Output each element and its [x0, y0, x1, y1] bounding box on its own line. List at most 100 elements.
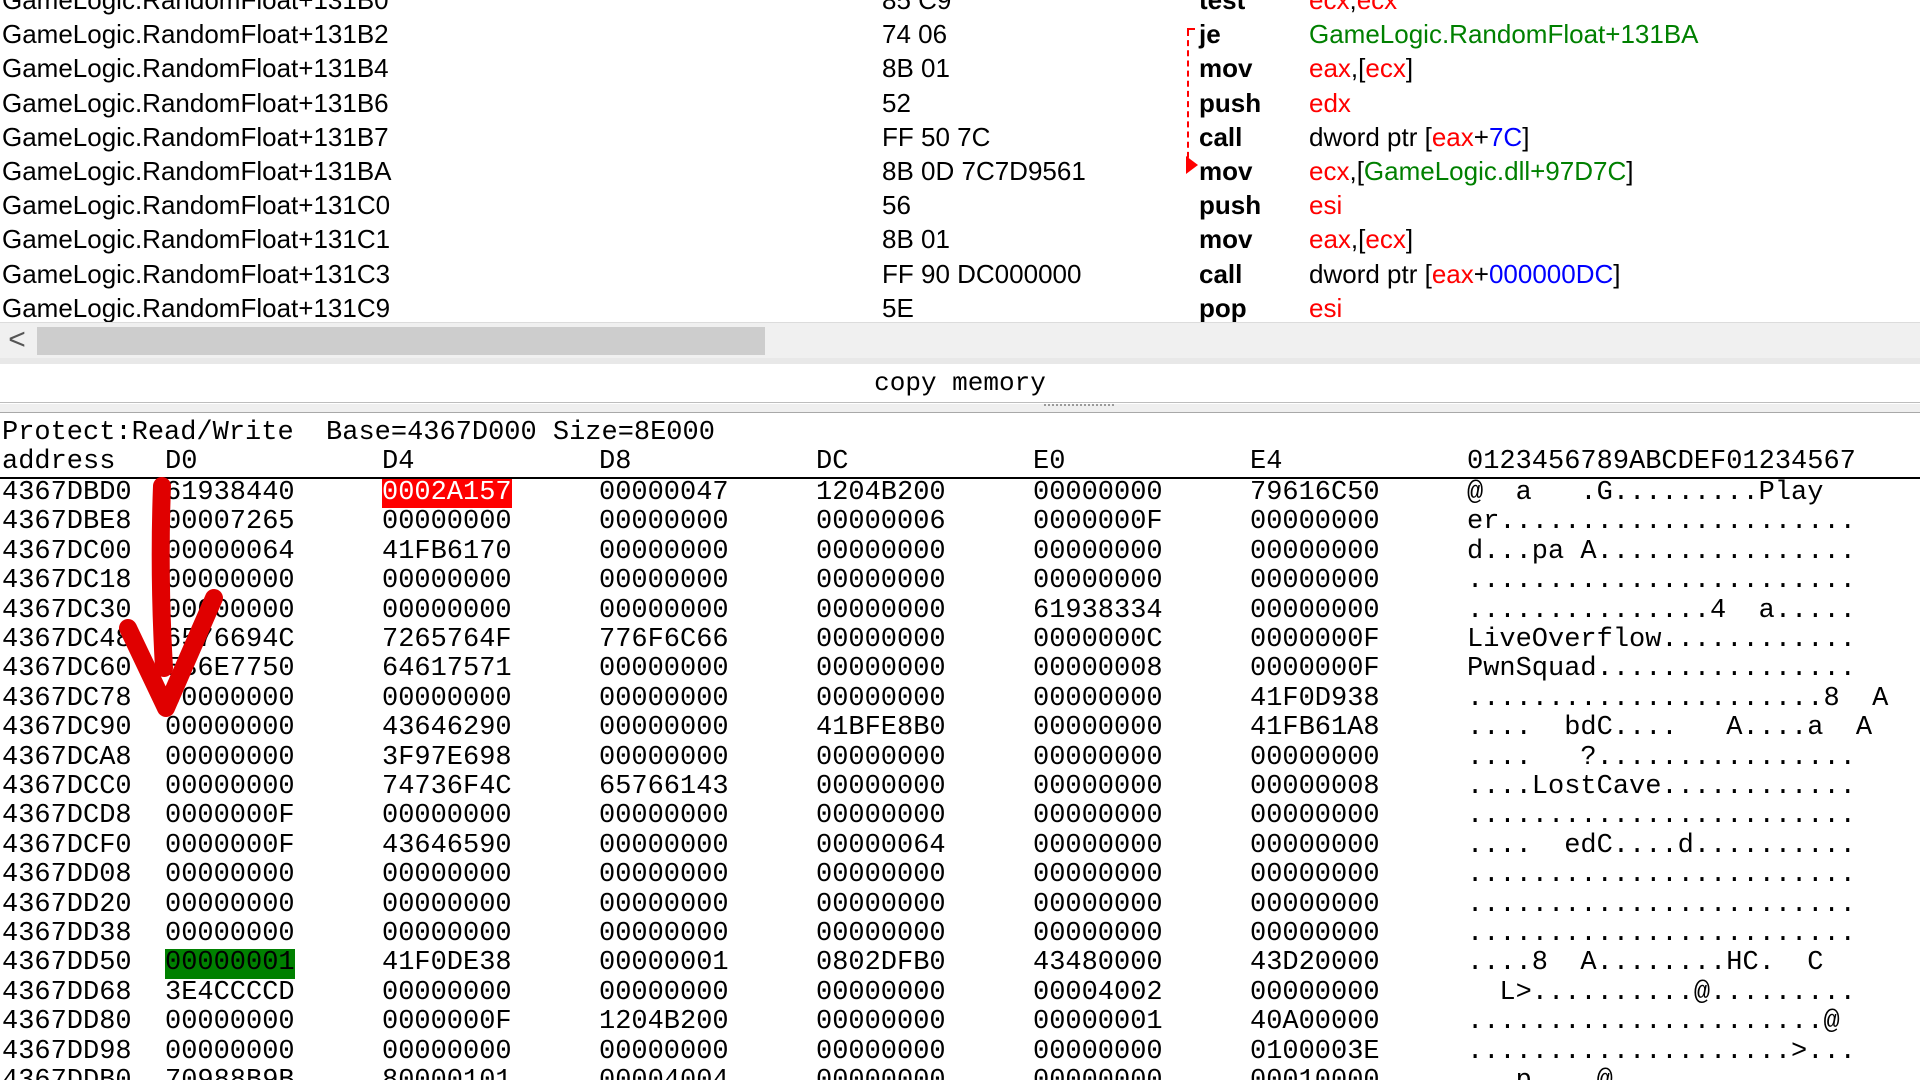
hex-cell[interactable]: 00000000: [165, 772, 295, 802]
hex-cell[interactable]: 00000000: [165, 890, 295, 920]
hex-cell[interactable]: 1204B200: [599, 1007, 729, 1037]
hex-cell[interactable]: 43D20000: [1250, 948, 1380, 978]
hex-cell[interactable]: 00000000: [599, 978, 729, 1008]
hex-cell[interactable]: 00000000: [382, 684, 512, 714]
hex-cell[interactable]: 41F0D938: [1250, 684, 1380, 714]
hex-cell[interactable]: 43480000: [1033, 948, 1163, 978]
disasm-row[interactable]: GameLogic.RandomFloat+131C0 56 push esi: [0, 188, 1920, 222]
hex-cell[interactable]: 74736F4C: [382, 772, 512, 802]
hex-cell[interactable]: 00000000: [1250, 860, 1380, 890]
hex-cell[interactable]: 00000000: [816, 860, 946, 890]
hex-cell[interactable]: 41FB6170: [382, 537, 512, 567]
disasm-row[interactable]: GameLogic.RandomFloat+131B0 85 C9 test ecx,…: [0, 0, 1920, 17]
disasm-row[interactable]: GameLogic.RandomFloat+131B4 8B 01 mov eax,[…: [0, 51, 1920, 85]
hex-cell[interactable]: 00000000: [1250, 801, 1380, 831]
hex-cell[interactable]: 00000001: [165, 948, 295, 979]
hex-cell[interactable]: 0000000C: [1033, 625, 1163, 655]
splitter-grip-icon[interactable]: [1044, 404, 1114, 410]
hex-cell[interactable]: 00000000: [382, 1037, 512, 1067]
hex-cell[interactable]: 00000000: [1033, 684, 1163, 714]
hex-cell[interactable]: 00000000: [1250, 919, 1380, 949]
hex-cell[interactable]: 00004002: [1033, 978, 1163, 1008]
hex-cell[interactable]: 00000000: [165, 1007, 295, 1037]
disasm-row[interactable]: GameLogic.RandomFloat+131B6 52 push edx: [0, 86, 1920, 120]
hex-cell[interactable]: 00000000: [382, 860, 512, 890]
hex-row[interactable]: 4367DC48 6576694C 7265764F 776F6C66 00000000…: [0, 625, 1920, 655]
ascii-column[interactable]: d...pa A................: [1467, 537, 1856, 567]
hex-row[interactable]: 4367DCF0 0000000F 43646590 00000000 00000064…: [0, 831, 1920, 861]
hex-row[interactable]: 4367DD08 00000000 00000000 00000000 00000000…: [0, 860, 1920, 890]
hex-row[interactable]: 4367DBE8 00007265 00000000 00000000 00000006…: [0, 507, 1920, 537]
disasm-row[interactable]: GameLogic.RandomFloat+131B2 74 06 je GameLo…: [0, 17, 1920, 51]
hex-cell[interactable]: 00000000: [599, 801, 729, 831]
hex-cell[interactable]: 00000000: [1250, 507, 1380, 537]
hex-cell[interactable]: 00000000: [599, 713, 729, 743]
hex-cell[interactable]: 1204B200: [816, 478, 946, 508]
hex-cell[interactable]: 00000000: [1033, 831, 1163, 861]
hex-cell[interactable]: 0802DFB0: [816, 948, 946, 978]
hex-cell[interactable]: 00000000: [1033, 478, 1163, 508]
ascii-column[interactable]: .... bdC.... A....a A: [1467, 713, 1872, 743]
hex-cell[interactable]: 00000000: [816, 654, 946, 684]
ascii-column[interactable]: ....LostCave............: [1467, 772, 1856, 802]
hex-cell[interactable]: 00000000: [599, 743, 729, 773]
hex-cell[interactable]: 00000006: [816, 507, 946, 537]
hex-cell[interactable]: 40A00000: [1250, 1007, 1380, 1037]
hex-cell[interactable]: 00000000: [599, 1037, 729, 1067]
hex-row[interactable]: 4367DD38 00000000 00000000 00000000 00000000…: [0, 919, 1920, 949]
hex-cell[interactable]: 70988B9B: [165, 1066, 295, 1080]
disasm-row[interactable]: GameLogic.RandomFloat+131C1 8B 01 mov eax,[…: [0, 222, 1920, 256]
hex-cell[interactable]: 0000000F: [165, 801, 295, 831]
hex-cell[interactable]: 00000000: [599, 654, 729, 684]
hex-cell[interactable]: 00000000: [816, 890, 946, 920]
hex-cell[interactable]: 3F97E698: [382, 743, 512, 773]
hex-cell[interactable]: 0000000F: [165, 831, 295, 861]
hex-cell[interactable]: 80000101: [382, 1066, 512, 1080]
hex-row[interactable]: 4367DD68 3E4CCCCD 00000000 00000000 00000000…: [0, 978, 1920, 1008]
hex-cell[interactable]: 00000000: [165, 919, 295, 949]
ascii-column[interactable]: ........................: [1467, 890, 1856, 920]
hex-cell[interactable]: 00000008: [1250, 772, 1380, 802]
hex-cell[interactable]: 00000000: [816, 537, 946, 567]
hex-cell[interactable]: 65766143: [599, 772, 729, 802]
hex-cell[interactable]: 0000000F: [382, 1007, 512, 1037]
hex-cell[interactable]: 00000000: [1033, 919, 1163, 949]
ascii-column[interactable]: er......................: [1467, 507, 1856, 537]
hex-row[interactable]: 4367DCD8 0000000F 00000000 00000000 00000000…: [0, 801, 1920, 831]
ascii-column[interactable]: ......................8 A: [1467, 684, 1888, 714]
hex-cell[interactable]: 776F6C66: [599, 625, 729, 655]
hex-cell[interactable]: 3E4CCCCD: [165, 978, 295, 1008]
hex-cell[interactable]: 00000000: [1250, 831, 1380, 861]
hex-cell[interactable]: 00000047: [599, 478, 729, 508]
hex-cell[interactable]: 00000000: [382, 801, 512, 831]
hex-cell[interactable]: 00000000: [816, 743, 946, 773]
disassembler-horizontal-scrollbar[interactable]: <: [0, 322, 1920, 359]
hex-cell[interactable]: 00000000: [816, 625, 946, 655]
ascii-column[interactable]: @ a .G.........Play: [1467, 478, 1823, 508]
hex-row[interactable]: 4367DD50 00000001 41F0DE38 00000001 0802DFB0…: [0, 948, 1920, 979]
hex-cell[interactable]: 00000000: [165, 713, 295, 743]
scrollbar-thumb[interactable]: [37, 327, 765, 355]
hex-cell[interactable]: 00000000: [599, 537, 729, 567]
hex-cell[interactable]: 00000000: [599, 507, 729, 537]
hex-cell[interactable]: 00000000: [382, 596, 512, 626]
hex-cell[interactable]: 00000000: [1033, 890, 1163, 920]
hex-cell[interactable]: 00000001: [1033, 1007, 1163, 1037]
ascii-column[interactable]: .... edC....d..........: [1467, 831, 1856, 861]
hex-cell[interactable]: 0100003E: [1250, 1037, 1380, 1067]
ascii-column[interactable]: L>..........@.........: [1467, 978, 1855, 1008]
hex-cell[interactable]: 00000000: [599, 890, 729, 920]
hex-cell[interactable]: 00000000: [165, 743, 295, 773]
hex-cell[interactable]: 7265764F: [382, 625, 512, 655]
ascii-column[interactable]: ...............4 a.....: [1467, 596, 1856, 626]
hex-cell[interactable]: 00000001: [599, 948, 729, 978]
hex-row[interactable]: 4367DC30 00000000 00000000 00000000 00000000…: [0, 596, 1920, 626]
hex-cell[interactable]: 00000000: [1250, 537, 1380, 567]
ascii-column[interactable]: PwnSquad................: [1467, 654, 1856, 684]
hex-cell[interactable]: 00000000: [1033, 860, 1163, 890]
hex-row[interactable]: 4367DC78 00000000 00000000 00000000 00000000…: [0, 684, 1920, 714]
hex-row[interactable]: 4367DBD0 61938440 0002A157 00000047 1204B200…: [0, 478, 1920, 509]
ascii-column[interactable]: ........................: [1467, 566, 1856, 596]
ascii-column[interactable]: LiveOverflow............: [1467, 625, 1856, 655]
hex-row[interactable]: 4367DDB0 70988B9B 80000101 00004004 00000000…: [0, 1066, 1920, 1080]
